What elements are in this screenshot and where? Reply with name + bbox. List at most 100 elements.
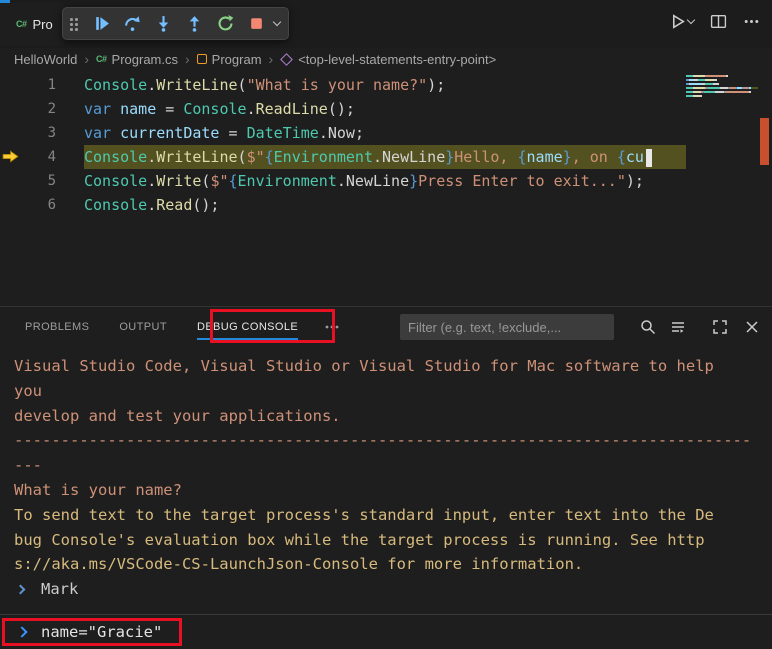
console-line: What is your name?	[14, 478, 772, 503]
minimap-line	[686, 79, 758, 81]
code-editor[interactable]: 1 Console.WriteLine("What is your name?")…	[0, 70, 772, 306]
gutter[interactable]: 5	[0, 169, 84, 193]
console-text: ----------------------------------------…	[14, 431, 751, 449]
code-line-1[interactable]: 1 Console.WriteLine("What is your name?")…	[0, 73, 772, 97]
debug-console-input[interactable]	[41, 623, 541, 641]
line-number: 2	[48, 97, 56, 121]
breadcrumb-label: Program	[212, 52, 262, 67]
code-line-6[interactable]: 6 Console.Read();	[0, 193, 772, 217]
gutter[interactable]: 2	[0, 97, 84, 121]
chevron-down-icon[interactable]	[687, 15, 695, 23]
stop-icon	[248, 15, 265, 32]
overview-ruler[interactable]	[758, 70, 772, 306]
close-panel-icon[interactable]	[744, 319, 760, 335]
step-out-button[interactable]	[179, 10, 210, 37]
console-text: bug Console's evaluation box while the t…	[14, 531, 705, 549]
breadcrumb-item[interactable]: HelloWorld	[14, 52, 77, 67]
split-editor-icon	[710, 13, 727, 30]
gutter[interactable]: 4	[0, 145, 84, 169]
minimap-line	[686, 91, 758, 93]
code-line-4[interactable]: 4 Console.WriteLine($"{Environment.NewLin…	[0, 145, 772, 169]
code-text: Console.WriteLine("What is your name?");	[84, 73, 772, 97]
console-text: To send text to the target process's sta…	[14, 506, 714, 524]
chevron-right-icon	[16, 626, 27, 637]
code-text: Console.Write($"{Environment.NewLine}Pre…	[84, 169, 772, 193]
console-text: you	[14, 382, 42, 400]
console-text: develop and test your applications.	[14, 407, 341, 425]
panel-header: PROBLEMS OUTPUT DEBUG CONSOLE	[0, 306, 772, 346]
method-symbol-icon	[280, 53, 293, 66]
word-wrap-icon[interactable]	[670, 319, 686, 335]
debug-toolbar[interactable]	[62, 7, 289, 40]
stop-button[interactable]	[241, 10, 272, 37]
panel-tab-debug-console[interactable]: DEBUG CONSOLE	[197, 308, 298, 346]
gutter[interactable]: 1	[0, 73, 84, 97]
drag-grip-icon[interactable]	[69, 17, 79, 30]
console-line: you	[14, 379, 772, 404]
ellipsis-icon	[324, 319, 340, 335]
continue-button[interactable]	[86, 10, 117, 37]
tab-label: Pro	[33, 17, 53, 32]
breadcrumb-item[interactable]: C#Program.cs	[96, 52, 178, 67]
debug-console-output: Visual Studio Code, Visual Studio or Vis…	[0, 346, 772, 614]
vscode-window: C# Pro	[0, 0, 772, 649]
code-text: var currentDate = DateTime.Now;	[84, 121, 772, 145]
panel-tab-problems[interactable]: PROBLEMS	[25, 308, 89, 346]
code-line-2[interactable]: 2 var name = Console.ReadLine();	[0, 97, 772, 121]
more-actions-button[interactable]	[743, 13, 760, 30]
run-or-debug-button[interactable]	[669, 13, 694, 30]
line-number: 5	[48, 169, 56, 193]
step-over-button[interactable]	[117, 10, 148, 37]
step-into-button[interactable]	[148, 10, 179, 37]
chevron-right-icon: ›	[269, 51, 274, 67]
line-number: 1	[48, 73, 56, 97]
code-text: Console.Read();	[84, 193, 772, 217]
text-cursor	[646, 149, 652, 167]
code-lines: 1 Console.WriteLine("What is your name?")…	[0, 73, 772, 217]
split-editor-button[interactable]	[710, 13, 727, 30]
console-text: s://aka.ms/VSCode-CS-LaunchJson-Console …	[14, 555, 583, 573]
step-out-icon	[186, 15, 203, 32]
line-number: 4	[48, 145, 56, 169]
tab-program-cs[interactable]: C# Pro	[0, 3, 64, 45]
line-number: 6	[48, 193, 56, 217]
class-symbol-icon	[197, 54, 207, 64]
breadcrumb-item[interactable]: Program	[197, 52, 262, 67]
breadcrumb-label: HelloWorld	[14, 52, 77, 67]
line-number: 3	[48, 121, 56, 145]
breadcrumb-label: <top-level-statements-entry-point>	[298, 52, 496, 67]
restart-button[interactable]	[210, 10, 241, 37]
chevron-right-icon: ›	[185, 51, 190, 67]
play-icon	[669, 13, 686, 30]
expand-panel-icon[interactable]	[712, 319, 728, 335]
panel-tab-output[interactable]: OUTPUT	[119, 308, 167, 346]
current-line-marker	[760, 118, 769, 165]
editor-tab-bar: C# Pro	[0, 0, 772, 48]
console-text: Mark	[41, 580, 78, 598]
breadcrumb: HelloWorld›C#Program.cs›Program›<top-lev…	[0, 48, 772, 70]
minimap-line	[686, 95, 758, 97]
code-line-5[interactable]: 5 Console.Write($"{Environment.NewLine}Pr…	[0, 169, 772, 193]
console-line: Mark	[14, 577, 772, 602]
breadcrumb-item[interactable]: <top-level-statements-entry-point>	[280, 52, 496, 67]
panel-more-tabs-button[interactable]	[324, 319, 340, 335]
code-line-3[interactable]: 3 var currentDate = DateTime.Now;	[0, 121, 772, 145]
panel-tabs: PROBLEMS OUTPUT DEBUG CONSOLE	[25, 308, 298, 346]
console-line: develop and test your applications.	[14, 404, 772, 429]
minimap[interactable]	[686, 70, 758, 306]
minimap-line	[686, 75, 758, 77]
console-line: ----------------------------------------…	[14, 428, 772, 453]
restart-icon	[217, 15, 234, 32]
code-text: var name = Console.ReadLine();	[84, 97, 772, 121]
gutter[interactable]: 6	[0, 193, 84, 217]
chevron-down-icon[interactable]	[273, 17, 281, 25]
ellipsis-icon	[743, 13, 760, 30]
console-filter-input[interactable]	[400, 314, 614, 340]
minimap-line	[686, 83, 758, 85]
search-icon[interactable]	[640, 319, 656, 335]
code-text: Console.WriteLine($"{Environment.NewLine…	[84, 145, 772, 169]
csharp-file-icon: C#	[96, 54, 107, 64]
editor-actions	[669, 13, 760, 30]
gutter[interactable]: 3	[0, 121, 84, 145]
step-over-icon	[124, 15, 141, 32]
